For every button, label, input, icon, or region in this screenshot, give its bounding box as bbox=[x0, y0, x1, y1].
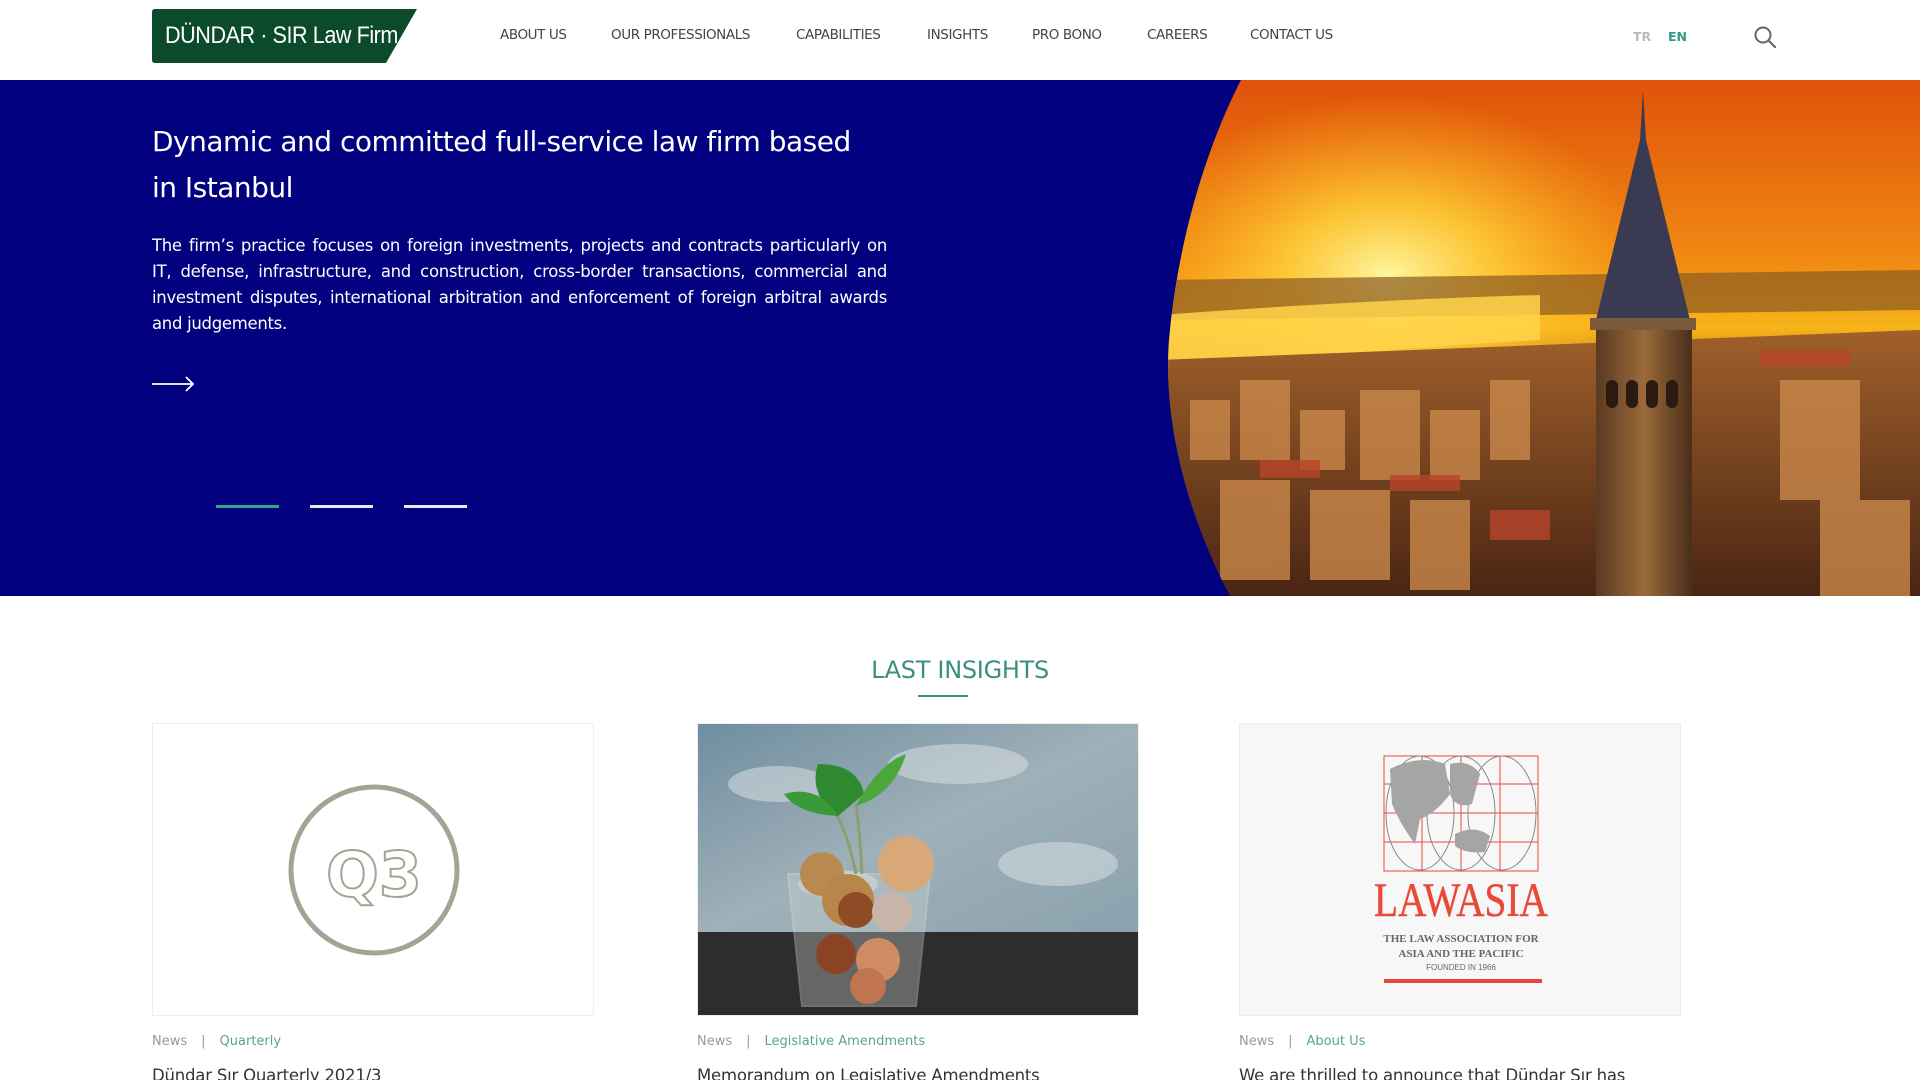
title-underline bbox=[918, 695, 968, 697]
card-category-link[interactable]: Quarterly bbox=[220, 1034, 282, 1049]
nav-insights[interactable]: INSIGHTS bbox=[927, 27, 988, 43]
language-tr[interactable]: TR bbox=[1633, 29, 1651, 44]
nav-careers[interactable]: CAREERS bbox=[1147, 27, 1208, 43]
language-en[interactable]: EN bbox=[1668, 29, 1687, 44]
slider-pagination bbox=[216, 505, 467, 508]
q3-badge-text: Q3 bbox=[326, 838, 422, 911]
search-icon[interactable] bbox=[1753, 25, 1777, 49]
slide-indicator-2[interactable] bbox=[310, 505, 373, 508]
nav-pro-bono[interactable]: PRO BONO bbox=[1032, 27, 1102, 43]
card-image-lawasia[interactable]: LAWASIA THE LAW ASSOCIATION FOR ASIA AND… bbox=[1239, 723, 1681, 1016]
card-title[interactable]: Dündar Sır Quarterly 2021/3 bbox=[152, 1066, 594, 1080]
card-category-link[interactable]: Legislative Amendments bbox=[765, 1034, 926, 1049]
meta-separator: | bbox=[1288, 1034, 1293, 1049]
insight-card: News | Legislative Amendments Memorandum… bbox=[697, 723, 1139, 1080]
card-type: News bbox=[1239, 1034, 1275, 1049]
card-image-q3[interactable]: Q3 bbox=[152, 723, 594, 1016]
card-image-coins-plant[interactable] bbox=[697, 723, 1139, 1016]
card-type: News bbox=[152, 1034, 188, 1049]
hero-banner: Dynamic and committed full-service law f… bbox=[0, 80, 1920, 596]
nav-about-us[interactable]: ABOUT US bbox=[500, 27, 567, 43]
nav-our-professionals[interactable]: OUR PROFESSIONALS bbox=[611, 27, 750, 43]
insight-card: Q3 News | Quarterly Dündar Sır Quarterly… bbox=[152, 723, 594, 1080]
nav-capabilities[interactable]: CAPABILITIES bbox=[796, 27, 881, 43]
site-header: DÜNDAR · SIR Law Firm ABOUT US OUR PROFE… bbox=[0, 0, 1920, 80]
card-meta: News | About Us bbox=[1239, 1034, 1681, 1049]
lawasia-logo-line3: FOUNDED IN 1966 bbox=[1426, 963, 1496, 972]
logo[interactable]: DÜNDAR · SIR Law Firm bbox=[152, 9, 417, 63]
lawasia-logo-name: LAWASIA bbox=[1374, 874, 1548, 926]
hero-description: The firm’s practice focuses on foreign i… bbox=[152, 236, 887, 333]
slide-indicator-3[interactable] bbox=[404, 505, 467, 508]
nav-contact-us[interactable]: CONTACT US bbox=[1250, 27, 1333, 43]
card-title[interactable]: Memorandum on Legislative Amendments bbox=[697, 1066, 1139, 1080]
card-category-link[interactable]: About Us bbox=[1307, 1034, 1366, 1049]
hero-image bbox=[1160, 80, 1920, 596]
card-type: News bbox=[697, 1034, 733, 1049]
card-meta: News | Quarterly bbox=[152, 1034, 594, 1049]
lawasia-logo-line2: ASIA AND THE PACIFIC bbox=[1398, 948, 1523, 960]
card-title[interactable]: We are thrilled to announce that Dündar … bbox=[1239, 1066, 1681, 1080]
section-title-last-insights: LAST INSIGHTS bbox=[871, 656, 1049, 684]
arrow-right-icon[interactable] bbox=[152, 374, 196, 394]
logo-text: DÜNDAR · SIR Law Firm bbox=[165, 22, 398, 49]
card-meta: News | Legislative Amendments bbox=[697, 1034, 1139, 1049]
meta-separator: | bbox=[201, 1034, 206, 1049]
slide-indicator-1[interactable] bbox=[216, 505, 279, 508]
meta-separator: | bbox=[746, 1034, 751, 1049]
hero-title: Dynamic and committed full-service law f… bbox=[152, 125, 851, 204]
insight-card: LAWASIA THE LAW ASSOCIATION FOR ASIA AND… bbox=[1239, 723, 1681, 1080]
lawasia-logo-line1: THE LAW ASSOCIATION FOR bbox=[1383, 933, 1539, 945]
